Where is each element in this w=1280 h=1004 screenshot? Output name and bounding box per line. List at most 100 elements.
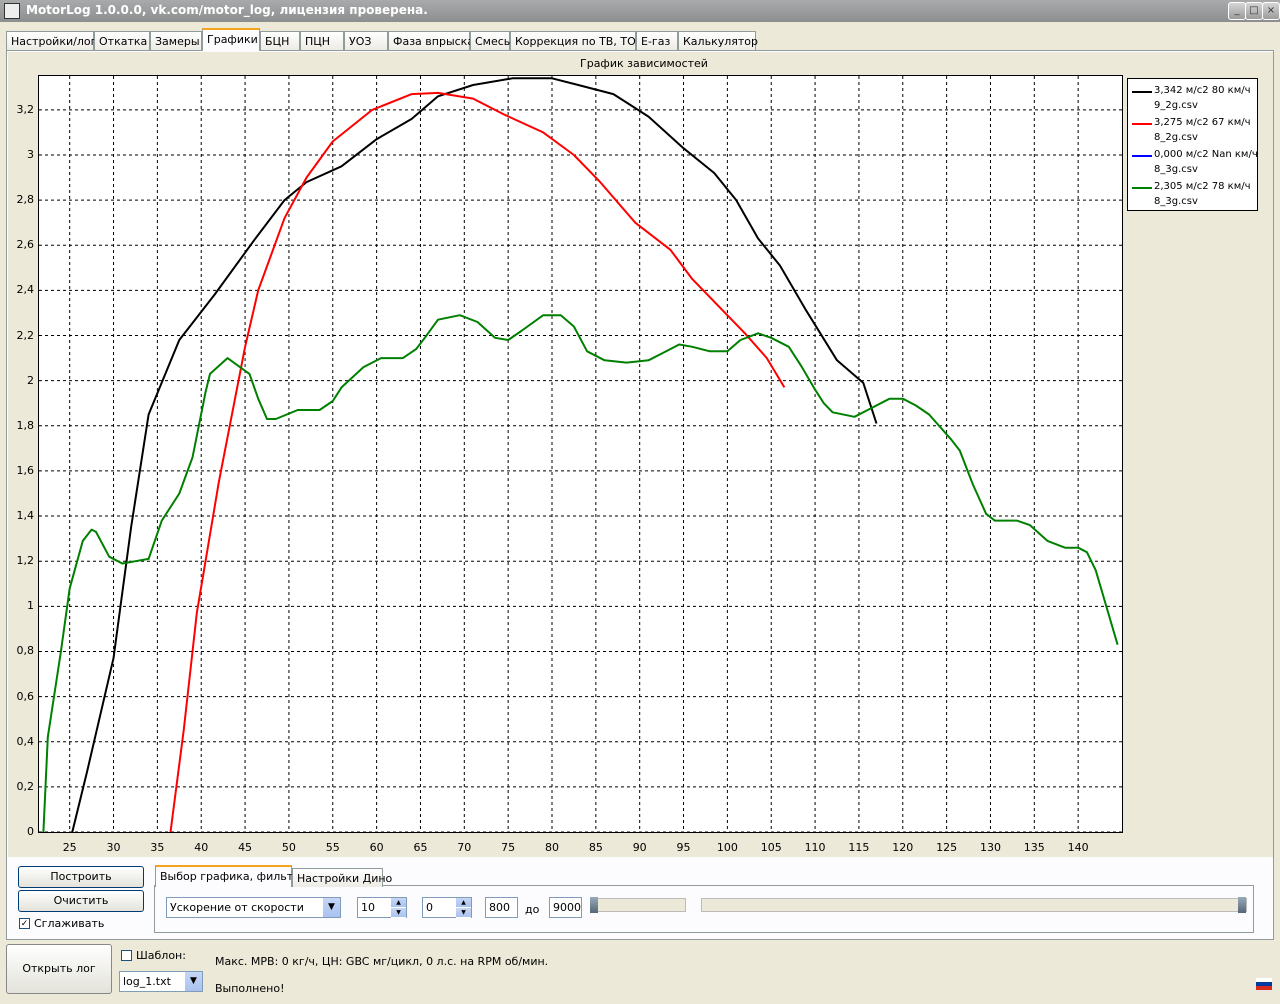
y-tick-label: 2,4 [16, 283, 35, 297]
series-line-2 [42, 314, 1119, 833]
x-tick-label: 135 [1023, 841, 1045, 854]
x-tick-label: 65 [413, 841, 428, 854]
rpm-slider-small[interactable] [590, 898, 686, 912]
status-done: Выполнено! [215, 982, 285, 995]
chart-title: График зависимостей [580, 57, 708, 70]
legend-file: 8_2g.csv [1154, 132, 1198, 143]
rpm-from-value: 800 [489, 901, 510, 914]
tab-injection-phase[interactable]: Фаза впрыска [388, 31, 474, 50]
y-tick-label: 0,6 [16, 689, 35, 703]
spin-down-icon[interactable]: ▼ [456, 908, 471, 918]
clear-button[interactable]: Очистить [18, 890, 144, 912]
x-tick-label: 35 [150, 841, 165, 854]
x-tick-label: 100 [716, 841, 738, 854]
y-tick-label: 2 [27, 373, 34, 387]
legend-file: 8_3g.csv [1154, 164, 1198, 175]
x-tick-label: 85 [588, 841, 603, 854]
tab-calculator[interactable]: Калькулятор [678, 31, 758, 50]
x-tick-label: 50 [281, 841, 296, 854]
smoothing-spinner[interactable]: 10 ▲ ▼ [357, 897, 407, 918]
tab-graph-filter[interactable]: Выбор графика, фильтр [155, 865, 300, 887]
smooth-label: Сглаживать [34, 917, 105, 930]
range-slider[interactable] [701, 898, 1247, 912]
slider-handle[interactable] [590, 897, 598, 913]
tab-graphs[interactable]: Графики [202, 28, 260, 51]
spinner-value: 0 [426, 901, 433, 914]
tab-label: E-газ [641, 35, 671, 48]
x-tick-label: 125 [936, 841, 958, 854]
tab-pcn[interactable]: ПЦН [300, 31, 344, 50]
y-tick-label: 2,2 [16, 328, 35, 342]
chevron-down-icon[interactable]: ▼ [185, 972, 202, 991]
tab-label: УОЗ [349, 35, 372, 48]
y-tick-label: 3 [27, 147, 34, 161]
tab-otkatka[interactable]: Откатка [94, 31, 150, 50]
spin-up-icon[interactable]: ▲ [391, 898, 406, 908]
x-tick-label: 115 [848, 841, 870, 854]
y-tick-label: 1,6 [16, 463, 35, 477]
tab-settings-log[interactable]: Настройки/лог [6, 31, 96, 50]
legend-label: 2,305 м/с2 78 км/ч [1154, 181, 1251, 192]
slider-handle[interactable] [1238, 897, 1246, 913]
y-tick-label: 2,6 [16, 238, 35, 252]
x-tick-label: 110 [804, 841, 826, 854]
build-button[interactable]: Построить [18, 866, 144, 888]
subtab-label: Настройки Дино [297, 872, 393, 885]
series-line-1 [169, 91, 786, 833]
tab-egas[interactable]: E-газ [636, 31, 678, 50]
language-flag-icon[interactable] [1256, 978, 1272, 990]
y-tick-label: 3,2 [16, 102, 35, 116]
x-tick-label: 95 [676, 841, 691, 854]
clear-button-label: Очистить [53, 894, 109, 907]
x-tick-label: 25 [62, 841, 77, 854]
chart-legend: 3,342 м/с2 80 км/ч 9_2g.csv 3,275 м/с2 67… [1127, 78, 1258, 211]
window-title: MotorLog 1.0.0.0, vk.com/motor_log, лице… [26, 3, 428, 17]
app-icon [4, 3, 20, 19]
open-log-label: Открыть лог [22, 962, 96, 975]
log-file-value: log_1.txt [123, 975, 171, 988]
tab-uoz[interactable]: УОЗ [344, 31, 388, 50]
to-label: до [525, 903, 540, 916]
tab-label: Графики [207, 33, 258, 46]
x-tick-label: 90 [632, 841, 647, 854]
tab-label: Откатка [99, 35, 148, 48]
x-tick-label: 140 [1067, 841, 1089, 854]
tab-mixture[interactable]: Смесь [470, 31, 510, 50]
y-tick-label: 1 [27, 599, 34, 613]
graph-type-select[interactable]: Ускорение от скорости ▼ [166, 897, 341, 918]
tab-label: Замеры [155, 35, 200, 48]
close-icon[interactable]: × [1262, 2, 1280, 20]
log-file-select[interactable]: log_1.txt ▼ [119, 971, 203, 992]
x-tick-label: 30 [106, 841, 121, 854]
tab-label: Смесь [475, 35, 511, 48]
spin-down-icon[interactable]: ▼ [391, 908, 406, 918]
smooth-checkbox[interactable]: ✓ [19, 918, 30, 929]
minimize-icon[interactable]: _ [1228, 2, 1246, 20]
spinner-value: 10 [361, 901, 375, 914]
spin-up-icon[interactable]: ▲ [456, 898, 471, 908]
x-tick-label: 55 [325, 841, 340, 854]
legend-swatch [1132, 155, 1152, 157]
chart-svg [39, 76, 1122, 833]
template-checkbox[interactable] [121, 950, 132, 961]
chevron-down-icon[interactable]: ▼ [323, 898, 340, 917]
open-log-button[interactable]: Открыть лог [6, 944, 112, 994]
rpm-from-input[interactable]: 800 [485, 897, 518, 918]
y-tick-label: 1,2 [16, 554, 35, 568]
maximize-icon[interactable]: □ [1245, 2, 1263, 20]
tab-label: ПЦН [305, 35, 331, 48]
tab-correction[interactable]: Коррекция по ТВ, ТОЖ [510, 31, 648, 50]
legend-swatch [1132, 91, 1152, 93]
legend-swatch [1132, 123, 1152, 125]
y-tick-label: 0,2 [16, 779, 35, 793]
rpm-to-value: 9000 [553, 901, 581, 914]
legend-label: 0,000 м/с2 Nan км/ч [1154, 149, 1258, 160]
template-label: Шаблон: [136, 949, 186, 962]
legend-label: 3,342 м/с2 80 км/ч [1154, 85, 1251, 96]
rpm-to-input[interactable]: 9000 [549, 897, 582, 918]
tab-bcn[interactable]: БЦН [260, 31, 300, 50]
x-tick-label: 70 [457, 841, 472, 854]
tab-dyno-settings[interactable]: Настройки Дино [292, 868, 392, 887]
offset-spinner[interactable]: 0 ▲ ▼ [422, 897, 472, 918]
tab-zamery[interactable]: Замеры [150, 31, 202, 50]
